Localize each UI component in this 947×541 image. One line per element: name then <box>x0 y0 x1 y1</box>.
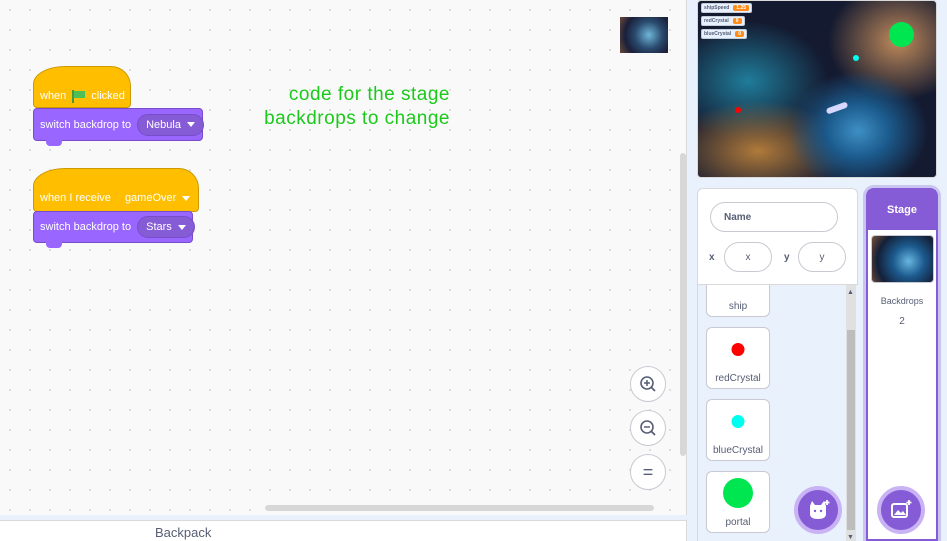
sprite-name: redCrystal <box>715 373 761 384</box>
sprite-list-scrollbar[interactable]: ▲ ▼ <box>846 285 856 541</box>
sprite-name: ship <box>728 301 748 312</box>
blue-crystal-sprite[interactable] <box>853 55 859 61</box>
y-label: y <box>784 252 790 263</box>
green-dot-icon <box>723 478 753 508</box>
scroll-thumb[interactable] <box>847 330 855 530</box>
chevron-down-icon <box>186 122 195 127</box>
code-comment[interactable]: code for the stage backdrops to change <box>250 83 450 131</box>
cat-icon <box>810 500 830 519</box>
switch-backdrop-label: switch backdrop to <box>40 118 132 131</box>
zoom-in-button[interactable] <box>630 366 666 402</box>
sprite-tile-bluecrystal[interactable]: blueCrystal <box>706 399 770 461</box>
monitor-name: shipSpeed <box>704 5 730 11</box>
green-flag-icon <box>71 89 86 103</box>
backdrops-count: 2 <box>899 316 905 327</box>
sprite-name-placeholder: Name <box>724 211 752 223</box>
zoom-reset-button[interactable]: = <box>630 454 666 490</box>
zoom-out-icon <box>640 420 656 436</box>
backdrops-label: Backdrops <box>880 296 924 306</box>
monitor-value: 1.25 <box>733 5 750 11</box>
scroll-up-icon[interactable]: ▲ <box>847 289 854 296</box>
stage-title: Stage <box>887 204 917 216</box>
sprite-tile-portal[interactable]: portal <box>706 471 770 533</box>
backdrop-dropdown[interactable]: Stars <box>137 216 195 238</box>
stage-canvas[interactable]: shipSpeed 1.25 redCrystal 0 blueCrystal … <box>697 0 937 178</box>
sprite-name: portal <box>725 517 751 528</box>
chevron-down-icon <box>182 195 191 201</box>
backdrop-thumbnail <box>871 235 934 283</box>
y-placeholder: y <box>819 251 825 263</box>
y-field[interactable]: y <box>798 242 846 272</box>
switch-backdrop-block[interactable]: switch backdrop to Nebula <box>33 108 204 146</box>
code-horizontal-scrollbar[interactable] <box>265 505 654 511</box>
cyan-dot-icon <box>731 415 745 428</box>
switch-backdrop-block[interactable]: switch backdrop to Stars <box>33 211 195 248</box>
message-dropdown-value: gameOver <box>124 192 177 204</box>
ship-sprite[interactable] <box>825 101 849 115</box>
when-text: when <box>40 90 67 102</box>
code-area[interactable]: when clicked switch backdrop to Nebula w… <box>0 0 687 515</box>
x-placeholder: x <box>745 251 751 263</box>
sprite-tile-redcrystal[interactable]: redCrystal <box>706 327 770 389</box>
backdrop-dropdown-value: Nebula <box>146 118 181 131</box>
variable-monitor[interactable]: blueCrystal 0 <box>701 29 748 39</box>
x-label: x <box>709 252 715 263</box>
monitor-value: 0 <box>732 18 742 24</box>
sprite-tile-ship[interactable]: ship <box>706 285 770 317</box>
x-field[interactable]: x <box>724 242 772 272</box>
choose-sprite-button[interactable] <box>794 486 842 534</box>
scroll-down-icon[interactable]: ▼ <box>847 534 854 541</box>
zoom-in-icon <box>640 376 656 392</box>
comment-line: code for the stage <box>288 84 450 105</box>
stage-header: Stage <box>868 190 936 230</box>
red-crystal-sprite[interactable] <box>735 107 741 113</box>
monitor-value: 0 <box>735 31 745 37</box>
when-i-receive-label: when I receive <box>40 192 111 204</box>
stage-mini-thumbnail <box>620 17 668 53</box>
backpack-label: Backpack <box>155 525 212 540</box>
monitor-name: blueCrystal <box>704 31 732 37</box>
sprite-info-panel: Name x x y y <box>697 188 858 285</box>
portal-sprite[interactable] <box>889 22 914 47</box>
variable-monitor[interactable]: shipSpeed 1.25 <box>701 3 753 13</box>
chevron-down-icon <box>177 224 186 230</box>
clicked-text: clicked <box>91 90 125 102</box>
choose-backdrop-button[interactable] <box>877 486 925 534</box>
red-dot-icon <box>731 343 745 356</box>
equals-icon: = <box>642 461 654 482</box>
monitor-name: redCrystal <box>704 18 729 24</box>
backdrop-dropdown[interactable]: Nebula <box>137 113 204 136</box>
message-dropdown[interactable]: gameOver <box>117 187 198 209</box>
switch-backdrop-label: switch backdrop to <box>40 221 132 233</box>
backpack-bar[interactable]: Backpack <box>0 520 687 541</box>
zoom-out-button[interactable] <box>630 410 666 446</box>
comment-line: backdrops to change <box>264 108 450 129</box>
when-i-receive-block[interactable]: when I receive gameOver <box>33 168 199 212</box>
backdrop-dropdown-value: Stars <box>146 221 172 233</box>
sprite-name-field[interactable]: Name <box>710 202 838 232</box>
sprite-name: blueCrystal <box>712 445 764 456</box>
code-vertical-scrollbar[interactable] <box>680 153 686 456</box>
when-flag-clicked-block[interactable]: when clicked <box>33 66 131 108</box>
image-plus-icon <box>891 500 912 518</box>
variable-monitor[interactable]: redCrystal 0 <box>701 16 745 26</box>
